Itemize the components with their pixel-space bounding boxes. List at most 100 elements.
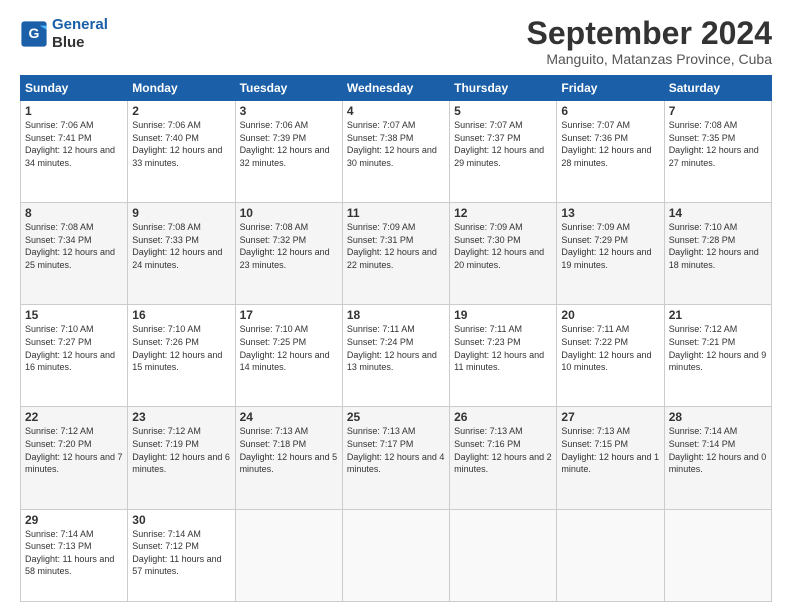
- calendar-day-cell: 13 Sunrise: 7:09 AMSunset: 7:29 PMDaylig…: [557, 203, 664, 305]
- col-header-monday: Monday: [128, 76, 235, 101]
- day-info: Sunrise: 7:07 AMSunset: 7:36 PMDaylight:…: [561, 119, 659, 169]
- day-info: Sunrise: 7:11 AMSunset: 7:23 PMDaylight:…: [454, 323, 552, 373]
- day-info: Sunrise: 7:11 AMSunset: 7:24 PMDaylight:…: [347, 323, 445, 373]
- calendar-week-row: 1 Sunrise: 7:06 AMSunset: 7:41 PMDayligh…: [21, 101, 772, 203]
- day-info: Sunrise: 7:12 AMSunset: 7:21 PMDaylight:…: [669, 323, 767, 373]
- day-number: 8: [25, 206, 123, 220]
- header: G GeneralBlue September 2024 Manguito, M…: [20, 16, 772, 67]
- day-info: Sunrise: 7:13 AMSunset: 7:15 PMDaylight:…: [561, 425, 659, 475]
- day-info: Sunrise: 7:10 AMSunset: 7:25 PMDaylight:…: [240, 323, 338, 373]
- calendar-day-cell: 18 Sunrise: 7:11 AMSunset: 7:24 PMDaylig…: [342, 305, 449, 407]
- day-number: 11: [347, 206, 445, 220]
- day-info: Sunrise: 7:06 AMSunset: 7:40 PMDaylight:…: [132, 119, 230, 169]
- day-number: 29: [25, 513, 123, 527]
- day-number: 6: [561, 104, 659, 118]
- calendar-empty-cell: [450, 509, 557, 601]
- calendar-day-cell: 29 Sunrise: 7:14 AMSunset: 7:13 PMDaylig…: [21, 509, 128, 601]
- day-number: 26: [454, 410, 552, 424]
- calendar-day-cell: 22 Sunrise: 7:12 AMSunset: 7:20 PMDaylig…: [21, 407, 128, 509]
- subtitle: Manguito, Matanzas Province, Cuba: [527, 51, 772, 67]
- title-block: September 2024 Manguito, Matanzas Provin…: [527, 16, 772, 67]
- calendar-day-cell: 1 Sunrise: 7:06 AMSunset: 7:41 PMDayligh…: [21, 101, 128, 203]
- day-info: Sunrise: 7:09 AMSunset: 7:31 PMDaylight:…: [347, 221, 445, 271]
- calendar-day-cell: 14 Sunrise: 7:10 AMSunset: 7:28 PMDaylig…: [664, 203, 771, 305]
- day-number: 12: [454, 206, 552, 220]
- calendar-day-cell: 28 Sunrise: 7:14 AMSunset: 7:14 PMDaylig…: [664, 407, 771, 509]
- day-number: 24: [240, 410, 338, 424]
- day-number: 2: [132, 104, 230, 118]
- calendar-day-cell: 6 Sunrise: 7:07 AMSunset: 7:36 PMDayligh…: [557, 101, 664, 203]
- logo-text: GeneralBlue: [52, 16, 108, 52]
- calendar-day-cell: 19 Sunrise: 7:11 AMSunset: 7:23 PMDaylig…: [450, 305, 557, 407]
- calendar-week-row: 8 Sunrise: 7:08 AMSunset: 7:34 PMDayligh…: [21, 203, 772, 305]
- day-number: 7: [669, 104, 767, 118]
- day-info: Sunrise: 7:08 AMSunset: 7:35 PMDaylight:…: [669, 119, 767, 169]
- day-number: 4: [347, 104, 445, 118]
- day-info: Sunrise: 7:08 AMSunset: 7:32 PMDaylight:…: [240, 221, 338, 271]
- calendar-day-cell: 26 Sunrise: 7:13 AMSunset: 7:16 PMDaylig…: [450, 407, 557, 509]
- calendar-empty-cell: [664, 509, 771, 601]
- day-number: 19: [454, 308, 552, 322]
- day-info: Sunrise: 7:09 AMSunset: 7:29 PMDaylight:…: [561, 221, 659, 271]
- calendar-day-cell: 7 Sunrise: 7:08 AMSunset: 7:35 PMDayligh…: [664, 101, 771, 203]
- calendar-day-cell: 20 Sunrise: 7:11 AMSunset: 7:22 PMDaylig…: [557, 305, 664, 407]
- calendar-day-cell: 16 Sunrise: 7:10 AMSunset: 7:26 PMDaylig…: [128, 305, 235, 407]
- logo-icon: G: [20, 20, 48, 48]
- calendar-empty-cell: [557, 509, 664, 601]
- day-number: 22: [25, 410, 123, 424]
- day-info: Sunrise: 7:14 AMSunset: 7:13 PMDaylight:…: [25, 528, 123, 578]
- calendar-header-row: SundayMondayTuesdayWednesdayThursdayFrid…: [21, 76, 772, 101]
- day-info: Sunrise: 7:06 AMSunset: 7:41 PMDaylight:…: [25, 119, 123, 169]
- col-header-wednesday: Wednesday: [342, 76, 449, 101]
- day-number: 14: [669, 206, 767, 220]
- calendar-day-cell: 10 Sunrise: 7:08 AMSunset: 7:32 PMDaylig…: [235, 203, 342, 305]
- svg-text:G: G: [29, 25, 40, 41]
- day-number: 16: [132, 308, 230, 322]
- day-number: 10: [240, 206, 338, 220]
- calendar-day-cell: 21 Sunrise: 7:12 AMSunset: 7:21 PMDaylig…: [664, 305, 771, 407]
- calendar-day-cell: 25 Sunrise: 7:13 AMSunset: 7:17 PMDaylig…: [342, 407, 449, 509]
- day-number: 9: [132, 206, 230, 220]
- logo: G GeneralBlue: [20, 16, 108, 52]
- day-number: 27: [561, 410, 659, 424]
- day-number: 3: [240, 104, 338, 118]
- day-info: Sunrise: 7:10 AMSunset: 7:28 PMDaylight:…: [669, 221, 767, 271]
- day-info: Sunrise: 7:06 AMSunset: 7:39 PMDaylight:…: [240, 119, 338, 169]
- page: G GeneralBlue September 2024 Manguito, M…: [0, 0, 792, 612]
- day-info: Sunrise: 7:08 AMSunset: 7:33 PMDaylight:…: [132, 221, 230, 271]
- day-info: Sunrise: 7:10 AMSunset: 7:26 PMDaylight:…: [132, 323, 230, 373]
- calendar-day-cell: 27 Sunrise: 7:13 AMSunset: 7:15 PMDaylig…: [557, 407, 664, 509]
- col-header-saturday: Saturday: [664, 76, 771, 101]
- day-number: 20: [561, 308, 659, 322]
- day-number: 13: [561, 206, 659, 220]
- day-number: 17: [240, 308, 338, 322]
- calendar-week-row: 22 Sunrise: 7:12 AMSunset: 7:20 PMDaylig…: [21, 407, 772, 509]
- day-number: 30: [132, 513, 230, 527]
- calendar-day-cell: 15 Sunrise: 7:10 AMSunset: 7:27 PMDaylig…: [21, 305, 128, 407]
- col-header-sunday: Sunday: [21, 76, 128, 101]
- col-header-thursday: Thursday: [450, 76, 557, 101]
- day-number: 28: [669, 410, 767, 424]
- calendar-day-cell: 24 Sunrise: 7:13 AMSunset: 7:18 PMDaylig…: [235, 407, 342, 509]
- calendar-day-cell: 4 Sunrise: 7:07 AMSunset: 7:38 PMDayligh…: [342, 101, 449, 203]
- day-info: Sunrise: 7:11 AMSunset: 7:22 PMDaylight:…: [561, 323, 659, 373]
- day-number: 21: [669, 308, 767, 322]
- day-number: 15: [25, 308, 123, 322]
- calendar-day-cell: 30 Sunrise: 7:14 AMSunset: 7:12 PMDaylig…: [128, 509, 235, 601]
- day-number: 5: [454, 104, 552, 118]
- calendar-day-cell: 9 Sunrise: 7:08 AMSunset: 7:33 PMDayligh…: [128, 203, 235, 305]
- col-header-friday: Friday: [557, 76, 664, 101]
- calendar-week-row: 29 Sunrise: 7:14 AMSunset: 7:13 PMDaylig…: [21, 509, 772, 601]
- day-info: Sunrise: 7:12 AMSunset: 7:20 PMDaylight:…: [25, 425, 123, 475]
- calendar-day-cell: 2 Sunrise: 7:06 AMSunset: 7:40 PMDayligh…: [128, 101, 235, 203]
- calendar-day-cell: 17 Sunrise: 7:10 AMSunset: 7:25 PMDaylig…: [235, 305, 342, 407]
- calendar-day-cell: 11 Sunrise: 7:09 AMSunset: 7:31 PMDaylig…: [342, 203, 449, 305]
- day-info: Sunrise: 7:10 AMSunset: 7:27 PMDaylight:…: [25, 323, 123, 373]
- day-info: Sunrise: 7:14 AMSunset: 7:12 PMDaylight:…: [132, 528, 230, 578]
- calendar-empty-cell: [342, 509, 449, 601]
- day-number: 25: [347, 410, 445, 424]
- day-number: 1: [25, 104, 123, 118]
- calendar-empty-cell: [235, 509, 342, 601]
- day-info: Sunrise: 7:14 AMSunset: 7:14 PMDaylight:…: [669, 425, 767, 475]
- day-number: 18: [347, 308, 445, 322]
